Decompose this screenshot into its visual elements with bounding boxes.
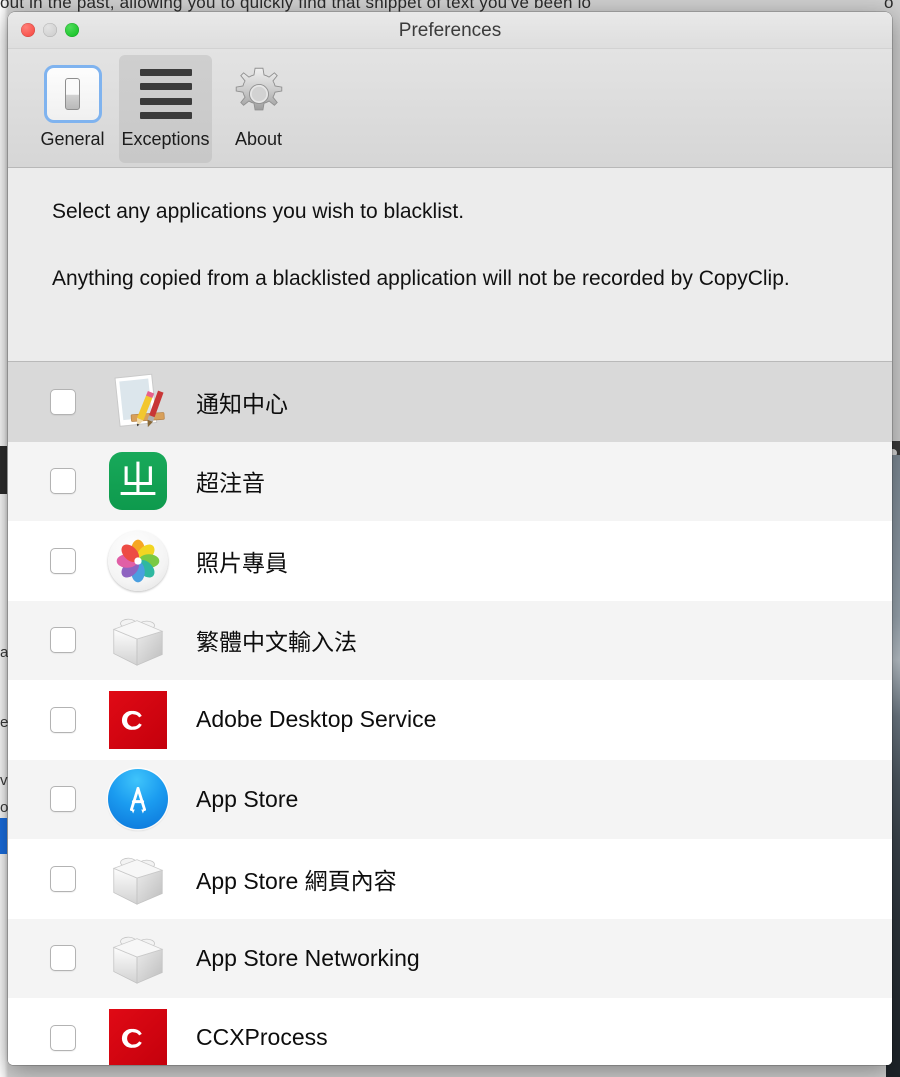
row-label: 照片專員 — [196, 549, 288, 576]
description-line-2: Anything copied from a blacklisted appli… — [52, 267, 790, 290]
table-row[interactable]: 通知中心 — [8, 362, 892, 442]
row-checkbox[interactable] — [50, 468, 76, 495]
table-row[interactable]: 繁體中文輸入法 — [8, 600, 892, 680]
window-titlebar[interactable]: Preferences — [8, 12, 892, 49]
row-checkbox[interactable] — [50, 547, 76, 574]
table-row[interactable]: Adobe Desktop Service — [8, 680, 892, 760]
list-bars-icon — [136, 62, 196, 126]
tab-about-label: About — [234, 129, 283, 149]
tab-general[interactable]: General — [26, 55, 119, 163]
row-label: 超注音 — [196, 470, 265, 497]
bundle-icon — [106, 926, 170, 990]
row-label: CCXProcess — [196, 1024, 328, 1051]
row-checkbox[interactable] — [50, 388, 76, 415]
adobe-cc-icon — [106, 688, 170, 752]
tab-about[interactable]: About — [212, 55, 305, 163]
adobe-cc-icon — [106, 1006, 170, 1065]
row-checkbox[interactable] — [50, 1024, 76, 1051]
table-row[interactable]: App Store Networking — [8, 918, 892, 998]
row-label: App Store 網頁內容 — [196, 867, 397, 894]
row-checkbox[interactable] — [50, 945, 76, 972]
table-row[interactable]: CCXProcess — [8, 998, 892, 1065]
background-text-fragment: v — [0, 773, 8, 788]
description-panel: Select any applications you wish to blac… — [8, 168, 892, 362]
ime-glyph: ㄓ — [109, 452, 167, 511]
photos-icon — [106, 529, 170, 593]
row-label: App Store — [196, 785, 299, 812]
background-window-sliver[interactable] — [0, 0, 8, 1077]
preferences-toolbar: General Exceptions About — [8, 49, 892, 168]
ime-green-icon: ㄓ — [106, 449, 170, 513]
background-window-dark-band — [0, 446, 7, 494]
background-text-fragment: e — [0, 715, 8, 730]
row-checkbox[interactable] — [50, 627, 76, 654]
application-list[interactable]: 通知中心 ㄓ 超注音 照片專員 繁體中文輸入法 Adobe Desktop Se… — [8, 362, 892, 1065]
window-title: Preferences — [398, 20, 502, 41]
textedit-icon — [106, 370, 170, 434]
appstore-icon — [106, 767, 170, 831]
row-label: Adobe Desktop Service — [196, 706, 437, 733]
description-line-1: Select any applications you wish to blac… — [52, 200, 465, 223]
row-label: App Store Networking — [196, 944, 420, 971]
table-row[interactable]: 照片專員 — [8, 521, 892, 601]
table-row[interactable]: App Store — [8, 759, 892, 839]
tab-exceptions-label: Exceptions — [121, 129, 210, 149]
bundle-icon — [106, 847, 170, 911]
tab-general-label: General — [40, 129, 105, 149]
bundle-icon — [106, 608, 170, 672]
toggle-switch-icon — [43, 62, 103, 126]
background-text-fragment: a — [0, 645, 8, 660]
row-checkbox[interactable] — [50, 786, 76, 813]
table-row[interactable]: ㄓ 超注音 — [8, 441, 892, 521]
table-row[interactable]: App Store 網頁內容 — [8, 839, 892, 919]
row-label: 繁體中文輸入法 — [196, 629, 357, 656]
row-checkbox[interactable] — [50, 706, 76, 733]
preferences-window: Preferences General Exceptions About Sel… — [8, 12, 892, 1065]
tab-exceptions[interactable]: Exceptions — [119, 55, 212, 163]
background-text-fragment: o — [0, 800, 8, 815]
row-checkbox[interactable] — [50, 865, 76, 892]
row-label: 通知中心 — [196, 390, 288, 417]
gear-icon — [229, 62, 289, 126]
background-window-selection — [0, 818, 7, 854]
